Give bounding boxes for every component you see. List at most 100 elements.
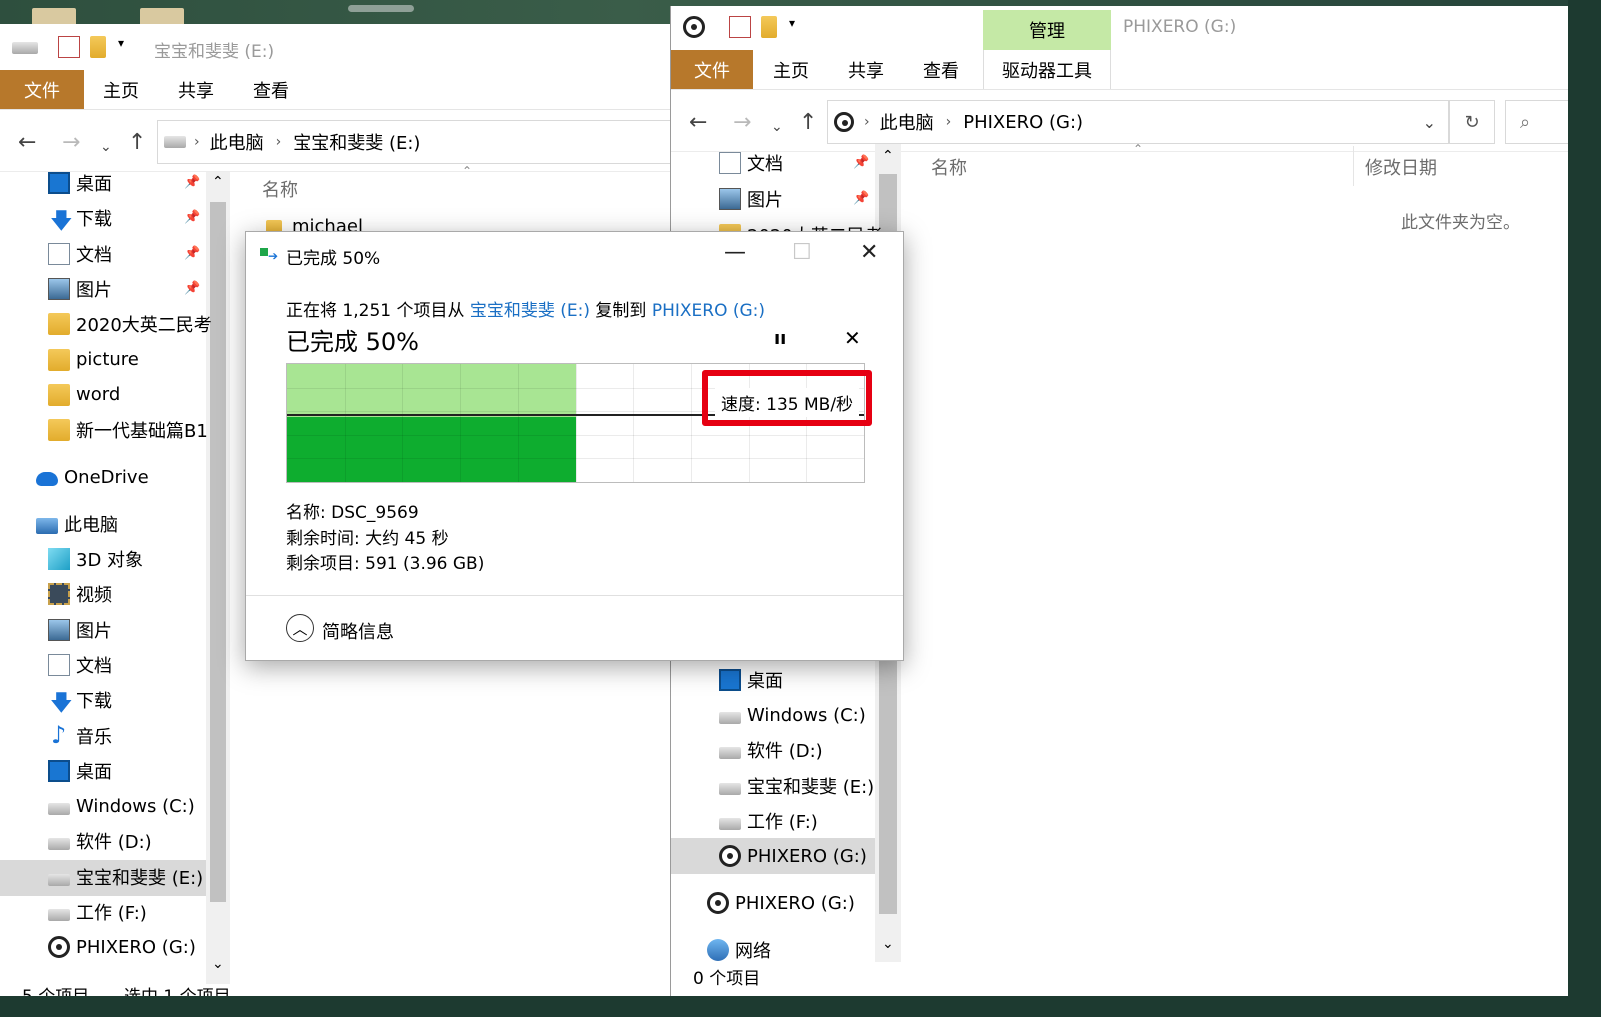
tab-drive-tools[interactable]: 驱动器工具 <box>983 50 1111 89</box>
up-arrow-icon[interactable]: ↑ <box>128 132 146 154</box>
nav-item[interactable]: 图片 <box>48 613 112 647</box>
back-arrow-icon[interactable]: ← <box>18 132 36 154</box>
nav-item[interactable]: 工作 (F:) <box>719 804 818 838</box>
nav-item[interactable]: 2020大英二民考 <box>48 307 212 341</box>
nav-item[interactable]: 桌面 <box>48 754 112 788</box>
scroll-thumb[interactable] <box>210 202 226 902</box>
drive-icon <box>719 747 741 760</box>
window-title: PHIXERO (G:) <box>1123 17 1237 37</box>
pin-icon[interactable]: 📌 <box>184 281 200 296</box>
tab-manage-context[interactable]: 管理 <box>983 10 1111 50</box>
scroll-down-icon[interactable]: ⌄ <box>212 956 224 972</box>
nav-item[interactable]: 3D 对象 <box>48 542 143 576</box>
tab-home[interactable]: 主页 <box>103 70 139 109</box>
forward-arrow-icon[interactable]: → <box>62 132 80 154</box>
nav-item[interactable]: 软件 (D:) <box>719 733 823 767</box>
column-divider[interactable] <box>1353 146 1354 186</box>
column-header-name[interactable]: 名称 <box>931 154 967 180</box>
nav-scrollbar[interactable]: ⌃ ⌄ <box>206 172 230 984</box>
pin-icon[interactable]: 📌 <box>184 175 200 190</box>
nav-item[interactable]: OneDrive <box>36 460 149 494</box>
maximize-button[interactable]: ☐ <box>792 240 812 265</box>
nav-item[interactable]: 宝宝和斐斐 (E:) <box>48 860 203 894</box>
recent-chevron-icon[interactable]: ⌄ <box>771 116 783 138</box>
scroll-up-icon[interactable]: ⌃ <box>882 148 894 164</box>
address-dropdown-icon[interactable]: ⌄ <box>1423 113 1436 132</box>
nav-item[interactable]: PHIXERO (G:) <box>707 886 855 920</box>
pause-button[interactable]: ıı <box>774 328 786 349</box>
nav-item-label: 工作 (F:) <box>747 811 818 833</box>
nav-item[interactable]: 视频 <box>48 577 112 611</box>
tab-file[interactable]: 文件 <box>671 50 753 89</box>
nav-item[interactable]: PHIXERO (G:) <box>48 930 196 964</box>
scroll-up-icon[interactable]: ⌃ <box>212 174 224 190</box>
nav-item[interactable]: Windows (C:) <box>48 789 195 823</box>
source-link[interactable]: 宝宝和斐斐 (E:) <box>470 301 590 321</box>
time-value: 大约 45 秒 <box>365 529 449 549</box>
column-header-name[interactable]: 名称 <box>262 176 298 202</box>
properties-icon[interactable] <box>729 16 751 38</box>
pin-icon[interactable]: 📌 <box>184 246 200 261</box>
nav-item[interactable]: 宝宝和斐斐 (E:) <box>719 769 874 803</box>
breadcrumb-location[interactable]: PHIXERO (G:) <box>963 112 1083 133</box>
pin-icon[interactable]: 📌 <box>853 155 869 170</box>
cancel-copy-button[interactable]: ✕ <box>844 326 861 350</box>
nav-item[interactable]: 音乐 <box>48 719 112 753</box>
tab-view[interactable]: 查看 <box>253 70 289 109</box>
tab-share[interactable]: 共享 <box>178 70 214 109</box>
breadcrumb-this-pc[interactable]: 此电脑 <box>210 129 264 155</box>
chevron-down-icon[interactable]: ▾ <box>789 16 811 38</box>
address-bar[interactable]: › 此电脑 › PHIXERO (G:) ⌄ <box>827 100 1449 144</box>
fewer-details-label[interactable]: 简略信息 <box>322 618 394 644</box>
ribbon-tabs: 文件 主页 共享 查看 驱动器工具 <box>671 50 1568 90</box>
minimize-button[interactable]: — <box>724 240 746 265</box>
tab-home[interactable]: 主页 <box>773 50 809 89</box>
tab-file[interactable]: 文件 <box>0 70 84 109</box>
up-arrow-icon[interactable]: ↑ <box>799 112 817 134</box>
back-arrow-icon[interactable]: ← <box>689 112 707 134</box>
new-folder-icon[interactable] <box>90 36 106 58</box>
tab-view[interactable]: 查看 <box>923 50 959 89</box>
forward-arrow-icon[interactable]: → <box>733 112 751 134</box>
column-header-modified[interactable]: 修改日期 <box>1365 154 1437 180</box>
nav-item[interactable]: 桌面 <box>48 166 112 200</box>
scroll-down-icon[interactable]: ⌄ <box>882 936 894 952</box>
pin-icon[interactable]: 📌 <box>184 210 200 225</box>
address-bar[interactable]: › 此电脑 › 宝宝和斐斐 (E:) <box>157 120 672 164</box>
nav-item[interactable]: PHIXERO (G:) <box>719 839 867 873</box>
nav-item[interactable]: 文档 <box>719 146 783 180</box>
nav-item[interactable]: 图片 <box>719 182 783 216</box>
nav-item-label: 视频 <box>76 585 112 607</box>
search-box[interactable]: ⌕ <box>1505 100 1568 144</box>
nav-item[interactable]: 此电脑 <box>36 507 118 541</box>
breadcrumb-location[interactable]: 宝宝和斐斐 (E:) <box>293 129 420 155</box>
nav-item[interactable]: 新一代基础篇B1 <box>48 413 208 447</box>
nav-item[interactable]: 软件 (D:) <box>48 824 152 858</box>
nav-item-label: 工作 (F:) <box>76 903 147 924</box>
quick-access-toolbar: ▾ 管理 PHIXERO (G:) <box>671 6 1568 50</box>
nav-item[interactable]: 图片 <box>48 272 112 306</box>
properties-icon[interactable] <box>58 36 80 58</box>
nav-item[interactable]: 下载 <box>48 201 112 242</box>
tab-share[interactable]: 共享 <box>848 50 884 89</box>
recent-chevron-icon[interactable]: ⌄ <box>100 136 112 158</box>
destination-link[interactable]: PHIXERO (G:) <box>652 301 765 321</box>
nav-item[interactable]: 工作 (F:) <box>48 895 147 929</box>
nav-item[interactable]: word <box>48 378 120 412</box>
chevron-down-icon[interactable]: ▾ <box>118 36 140 58</box>
nav-item[interactable]: 桌面 <box>719 663 783 697</box>
nav-item[interactable]: picture <box>48 343 139 377</box>
folder-icon <box>48 348 70 371</box>
pin-icon[interactable]: 📌 <box>853 191 869 206</box>
close-button[interactable]: ✕ <box>860 240 878 265</box>
nav-item[interactable]: 文档 <box>48 648 112 682</box>
nav-item[interactable]: 下载 <box>48 683 112 724</box>
new-folder-icon[interactable] <box>761 16 777 38</box>
refresh-icon[interactable]: ↻ <box>1449 100 1495 144</box>
nav-item[interactable]: 文档 <box>48 237 112 271</box>
breadcrumb-this-pc[interactable]: 此电脑 <box>880 109 934 135</box>
search-icon: ⌕ <box>1520 111 1531 133</box>
fewer-details-chevron-icon[interactable]: ︿ <box>286 614 314 642</box>
nav-item[interactable]: Windows (C:) <box>719 698 866 732</box>
nav-item[interactable]: 网络 <box>707 933 771 967</box>
